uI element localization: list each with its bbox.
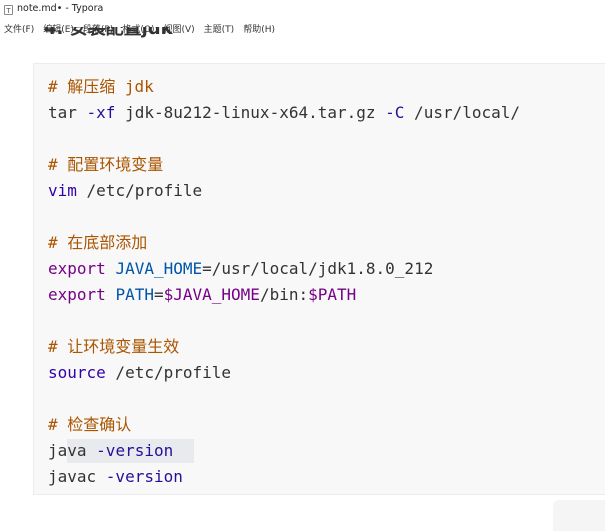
code-line: source /etc/profile	[48, 362, 231, 384]
code-line: tar -xf jdk-8u212-linux-x64.tar.gz -C /u…	[48, 102, 520, 124]
code-line: # 检查确认	[48, 414, 131, 436]
code-token-default: /usr/local/	[404, 103, 521, 122]
scroll-corner	[553, 500, 605, 531]
code-line: export JAVA_HOME=/usr/local/jdk1.8.0_212	[48, 258, 433, 280]
code-token-comment: # 解压缩 jdk	[48, 77, 154, 96]
typora-app-icon: T	[4, 5, 13, 15]
code-token-builtin: source	[48, 363, 106, 382]
code-token-default: tar	[48, 103, 87, 122]
code-line: # 解压缩 jdk	[48, 76, 154, 98]
code-token-keyword: $PATH	[308, 285, 357, 304]
code-token-default: /bin:	[259, 285, 309, 304]
code-token-comment: # 检查确认	[48, 415, 132, 434]
code-token-default: jdk-8u212-linux-x64.tar.gz	[115, 103, 386, 122]
code-token-variable: PATH	[115, 285, 154, 304]
code-line: java -version	[48, 440, 173, 462]
code-token-builtin: vim	[48, 181, 77, 200]
code-token-default	[106, 259, 116, 278]
code-token-keyword: export	[48, 259, 106, 278]
code-token-keyword: export	[48, 285, 106, 304]
code-token-default: =/usr/local/jdk1.8.0_212	[202, 259, 434, 278]
window-titlebar[interactable]: T note.md• - Typora	[0, 0, 605, 20]
code-line: # 让环境变量生效	[48, 336, 179, 358]
code-token-default	[106, 285, 116, 304]
code-token-attribute: -xf	[86, 103, 116, 122]
code-token-variable: JAVA_HOME	[115, 259, 203, 278]
menu-item-edit[interactable]: 编辑(E)	[43, 22, 74, 35]
code-line: vim /etc/profile	[48, 180, 202, 202]
code-token-comment: # 在底部添加	[48, 233, 148, 252]
code-token-default: java	[48, 441, 97, 460]
code-token-default: =	[153, 285, 164, 304]
code-token-comment: # 让环境变量生效	[48, 337, 180, 356]
code-block[interactable]: # 解压缩 jdk tar -xf jdk-8u212-linux-x64.tar…	[33, 63, 605, 495]
code-line: export PATH=$JAVA_HOME/bin:$PATH	[48, 284, 356, 306]
code-token-default: /etc/profile	[105, 363, 232, 382]
menu-item-format[interactable]: 格式(O)	[122, 22, 154, 35]
menu-item-help[interactable]: 帮助(H)	[243, 22, 275, 35]
code-line: # 在底部添加	[48, 232, 147, 254]
menu-bar: 文件(F) 编辑(E) 段落(P) 格式(O) 视图(V) 主题(T) 帮助(H)	[0, 20, 605, 36]
code-token-attribute: -version	[96, 441, 174, 460]
code-token-keyword: $JAVA_HOME	[163, 285, 260, 304]
code-token-comment: # 配置环境变量	[48, 155, 164, 174]
menu-item-theme[interactable]: 主题(T)	[204, 22, 235, 35]
code-line: # 配置环境变量	[48, 154, 163, 176]
code-token-default: /etc/profile	[76, 181, 203, 200]
code-token-attribute: -version	[105, 467, 183, 486]
window-title: note.md• - Typora	[17, 3, 104, 14]
menu-item-file[interactable]: 文件(F)	[4, 22, 34, 35]
code-token-attribute: -C	[385, 103, 405, 122]
code-line: javac -version	[48, 466, 183, 488]
code-token-default: javac	[48, 467, 106, 486]
menu-item-paragraph[interactable]: 段落(P)	[83, 22, 113, 35]
menu-item-view[interactable]: 视图(V)	[163, 22, 194, 35]
